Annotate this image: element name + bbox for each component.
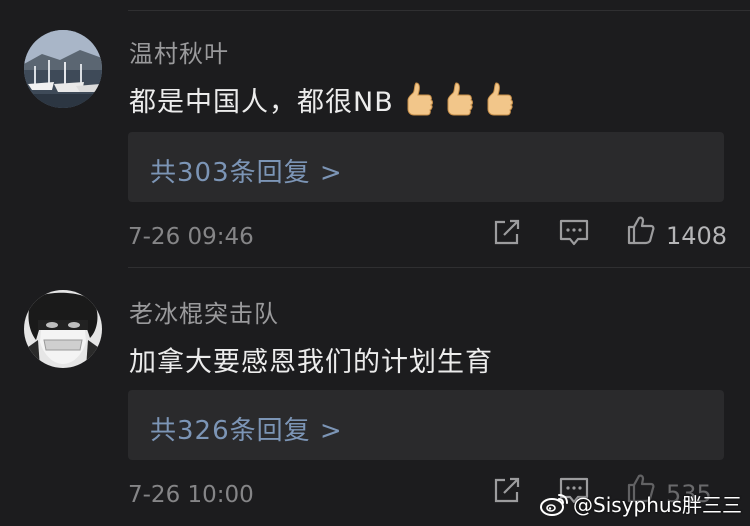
username[interactable]: 温村秋叶 <box>129 34 229 69</box>
thumbs-up-icon <box>407 82 433 116</box>
thumbs-up-icon <box>487 82 513 116</box>
timestamp: 7-26 09:46 <box>128 224 254 250</box>
emoji-row <box>394 81 514 124</box>
comment-body: 都是中国人，都很NB <box>129 87 394 118</box>
weibo-icon <box>540 493 569 516</box>
share-icon[interactable] <box>491 474 523 506</box>
view-replies-link[interactable]: 共303条回复 > <box>150 152 343 189</box>
like-icon[interactable] <box>625 214 657 246</box>
watermark: @Sisyphus胖三三 <box>539 489 742 518</box>
share-icon[interactable] <box>491 216 523 248</box>
timestamp: 7-26 10:00 <box>128 482 254 508</box>
avatar-harbor-image <box>24 30 102 108</box>
username[interactable]: 老冰棍突击队 <box>129 294 279 329</box>
like-count: 1408 <box>666 222 728 250</box>
comment-text: 加拿大要感恩我们的计划生育 <box>129 347 493 378</box>
view-replies-link[interactable]: 共326条回复 > <box>150 410 343 447</box>
watermark-text: @Sisyphus胖三三 <box>573 493 742 517</box>
avatar[interactable] <box>24 290 102 368</box>
thumbs-up-icon <box>447 82 473 116</box>
comment-text: 都是中国人，都很NB <box>129 80 514 124</box>
comment-item: 老冰棍突击队 加拿大要感恩我们的计划生育 共326条回复 > 7-26 10:0… <box>0 270 750 526</box>
comments-page: 温村秋叶 都是中国人，都很NB 共303条回复 > 7-26 09:46 140… <box>0 0 750 526</box>
comment-icon[interactable] <box>558 216 590 248</box>
avatar[interactable] <box>24 30 102 108</box>
avatar-portrait-image <box>24 290 102 368</box>
replies-box[interactable]: 共303条回复 > <box>128 132 724 202</box>
divider <box>128 267 750 268</box>
replies-box[interactable]: 共326条回复 > <box>128 390 724 460</box>
comment-item: 温村秋叶 都是中国人，都很NB 共303条回复 > 7-26 09:46 140… <box>0 0 750 268</box>
